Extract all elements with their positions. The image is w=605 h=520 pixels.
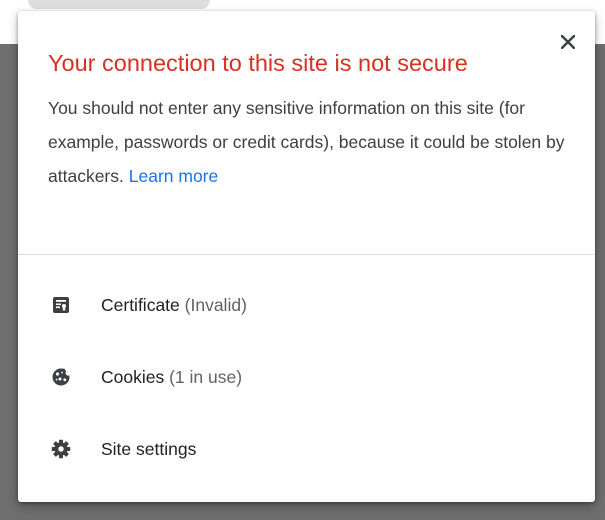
certificate-label-text: Certificate xyxy=(101,294,180,315)
gear-icon xyxy=(51,439,71,459)
address-bar[interactable] xyxy=(28,0,210,9)
certificate-status: (Invalid) xyxy=(184,294,247,315)
cookies-label: Cookies (1 in use) xyxy=(101,367,242,388)
cookies-item[interactable]: Cookies (1 in use) xyxy=(18,349,595,405)
close-icon xyxy=(561,35,575,49)
certificate-label: Certificate (Invalid) xyxy=(101,295,247,316)
site-settings-label: Site settings xyxy=(101,438,197,459)
cookies-label-text: Cookies xyxy=(101,366,165,387)
popup-title: Your connection to this site is not secu… xyxy=(48,50,468,76)
site-info-popup: Your connection to this site is not secu… xyxy=(18,11,595,502)
cookies-count: (1 in use) xyxy=(169,366,243,387)
close-button[interactable] xyxy=(557,31,579,53)
divider xyxy=(18,254,595,255)
description-text: You should not enter any sensitive infor… xyxy=(48,98,565,186)
certificate-icon xyxy=(51,295,71,315)
certificate-item[interactable]: Certificate (Invalid) xyxy=(18,277,595,333)
learn-more-link[interactable]: Learn more xyxy=(129,166,219,186)
cookie-icon xyxy=(51,367,71,387)
security-description: You should not enter any sensitive infor… xyxy=(48,91,568,193)
site-settings-item[interactable]: Site settings xyxy=(18,421,595,477)
